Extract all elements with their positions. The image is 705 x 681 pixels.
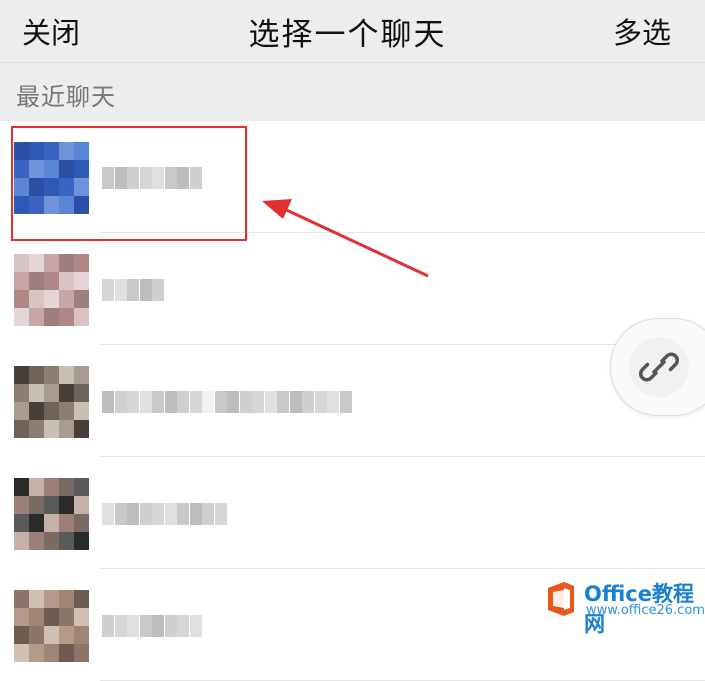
avatar: [14, 366, 89, 438]
link-button-circle: [629, 337, 689, 397]
section-label: 最近聊天: [16, 83, 116, 111]
watermark-url: www.office26.com: [586, 603, 705, 618]
avatar: [14, 254, 89, 326]
avatar: [14, 478, 89, 550]
top-navigation-bar: 关闭 选择一个聊天 多选: [0, 0, 705, 63]
recent-chats-header: 最近聊天: [0, 63, 705, 121]
floating-link-button[interactable]: [610, 318, 705, 416]
chat-row[interactable]: [0, 457, 705, 569]
highlight-box: [11, 126, 247, 241]
chat-row[interactable]: [0, 345, 705, 457]
office-logo-icon: [548, 582, 574, 616]
multi-select-button[interactable]: 多选: [613, 10, 671, 52]
avatar: [14, 590, 89, 662]
link-icon: [639, 352, 679, 382]
page-title: 选择一个聊天: [248, 17, 447, 53]
watermark: Office教程网 www.office26.com: [540, 578, 705, 636]
chat-row[interactable]: [0, 233, 705, 345]
